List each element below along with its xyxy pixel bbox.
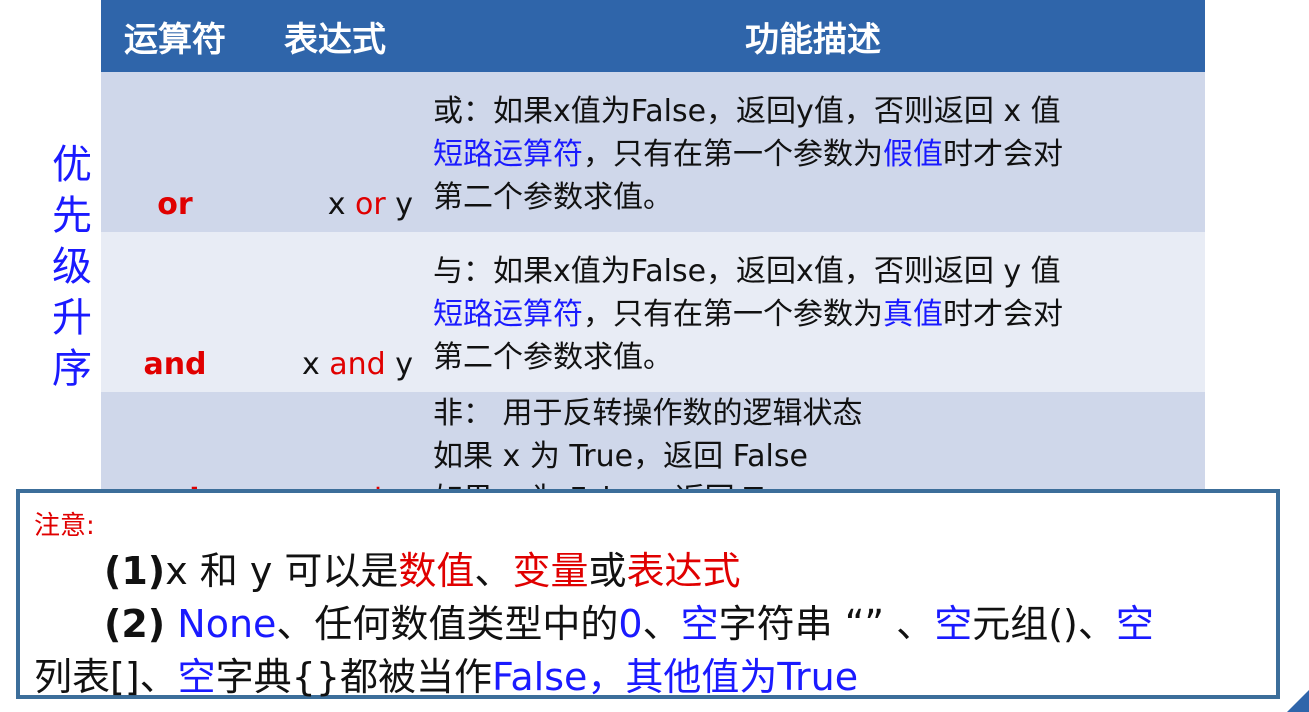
notice-blue-text: None bbox=[165, 602, 277, 646]
logical-operators-table: 运算符 表达式 功能描述 or x or y 或：如果x值为False，返回y值… bbox=[101, 0, 1205, 526]
notice-number: (1) bbox=[104, 549, 166, 593]
desc-line: 第二个参数求值。 bbox=[433, 180, 673, 215]
notice-blue-text: 空 bbox=[934, 602, 973, 646]
notice-number: (2) bbox=[104, 602, 166, 646]
table-header-row: 运算符 表达式 功能描述 bbox=[101, 0, 1205, 72]
notice-text: 、 bbox=[474, 549, 513, 593]
notice-blue-text: 0 bbox=[618, 602, 643, 646]
notice-text: x 和 y 可以是 bbox=[165, 549, 399, 593]
notice-red-text: 变量 bbox=[512, 549, 589, 593]
slide-corner-decoration bbox=[1287, 690, 1309, 712]
header-expression: 表达式 bbox=[249, 0, 421, 72]
notice-red-text: 表达式 bbox=[626, 549, 741, 593]
side-label-char: 先 bbox=[52, 193, 92, 239]
expression-cell: x and y bbox=[249, 232, 421, 392]
side-label-char: 升 bbox=[52, 295, 92, 341]
notice-title: 注意: bbox=[34, 511, 95, 541]
desc-highlight: 短路运算符 bbox=[433, 137, 583, 172]
desc-text: ，只有在第一个参数为 bbox=[583, 297, 883, 332]
table-row-and: and x and y 与：如果x值为False，返回x值，否则返回 y 值 短… bbox=[101, 232, 1205, 392]
desc-line: 短路运算符，只有在第一个参数为真值时才会对 bbox=[433, 293, 1205, 336]
description-cell: 或：如果x值为False，返回y值，否则返回 x 值 短路运算符，只有在第一个参… bbox=[421, 72, 1205, 232]
header-description: 功能描述 bbox=[421, 0, 1205, 72]
notice-blue-text: 空 bbox=[1115, 602, 1154, 646]
notice-text: 字典{}都被当作 bbox=[215, 655, 493, 699]
expr-operand: x bbox=[301, 347, 330, 382]
header-operator: 运算符 bbox=[101, 0, 249, 72]
notice-body: (1)x 和 y 可以是数值、变量或表达式 (2) None、任何数值类型中的0… bbox=[34, 545, 1274, 704]
expr-operator: or bbox=[355, 187, 386, 222]
desc-text: ，只有在第一个参数为 bbox=[583, 137, 883, 172]
operator-cell: and bbox=[101, 232, 249, 392]
desc-line: 短路运算符，只有在第一个参数为假值时才会对 bbox=[433, 133, 1205, 176]
expression-cell: x or y bbox=[249, 72, 421, 232]
description-cell: 与：如果x值为False，返回x值，否则返回 y 值 短路运算符，只有在第一个参… bbox=[421, 232, 1205, 392]
notice-line-1: (1)x 和 y 可以是数值、变量或表达式 bbox=[34, 545, 1274, 598]
desc-text: 时才会对 bbox=[943, 297, 1063, 332]
notice-text: 、任何数值类型中的 bbox=[276, 602, 619, 646]
operator-cell: or bbox=[101, 72, 249, 232]
side-label-char: 序 bbox=[52, 346, 92, 392]
expr-operand: y bbox=[385, 187, 413, 222]
notice-text: 、 bbox=[642, 602, 681, 646]
notice-blue-text: 空 bbox=[177, 655, 216, 699]
desc-line: 非： 用于反转操作数的逻辑状态 bbox=[433, 396, 863, 431]
desc-line: 第二个参数求值。 bbox=[433, 340, 673, 375]
notice-line-2: (2) None、任何数值类型中的0、空字符串 “” 、空元组()、空 bbox=[34, 598, 1274, 651]
priority-ascending-label: 优 先 级 升 序 bbox=[44, 140, 100, 395]
notice-blue-text: False，其他值为True bbox=[492, 655, 859, 699]
desc-text: 时才会对 bbox=[943, 137, 1063, 172]
notice-line-3: 列表[]、空字典{}都被当作False，其他值为True bbox=[34, 651, 1274, 704]
notice-blue-text: 空 bbox=[680, 602, 719, 646]
notice-text: 字符串 “” 、 bbox=[718, 602, 935, 646]
notice-text: 元组()、 bbox=[972, 602, 1116, 646]
notice-box: 注意: (1)x 和 y 可以是数值、变量或表达式 (2) None、任何数值类… bbox=[16, 489, 1280, 699]
desc-highlight: 假值 bbox=[883, 137, 943, 172]
side-label-char: 级 bbox=[52, 244, 92, 290]
notice-text: 或 bbox=[588, 549, 627, 593]
side-label-char: 优 bbox=[52, 142, 92, 188]
expr-operand: y bbox=[385, 347, 413, 382]
desc-highlight: 短路运算符 bbox=[433, 297, 583, 332]
table-row-or: or x or y 或：如果x值为False，返回y值，否则返回 x 值 短路运… bbox=[101, 72, 1205, 232]
desc-highlight: 真值 bbox=[883, 297, 943, 332]
notice-text: 列表[]、 bbox=[34, 655, 178, 699]
desc-line: 如果 x 为 True，返回 False bbox=[433, 439, 808, 474]
notice-red-text: 数值 bbox=[398, 549, 475, 593]
desc-line: 与：如果x值为False，返回x值，否则返回 y 值 bbox=[433, 254, 1061, 289]
desc-line: 或：如果x值为False，返回y值，否则返回 x 值 bbox=[433, 94, 1061, 129]
expr-operand: x bbox=[327, 187, 355, 222]
expr-operator: and bbox=[329, 347, 386, 382]
